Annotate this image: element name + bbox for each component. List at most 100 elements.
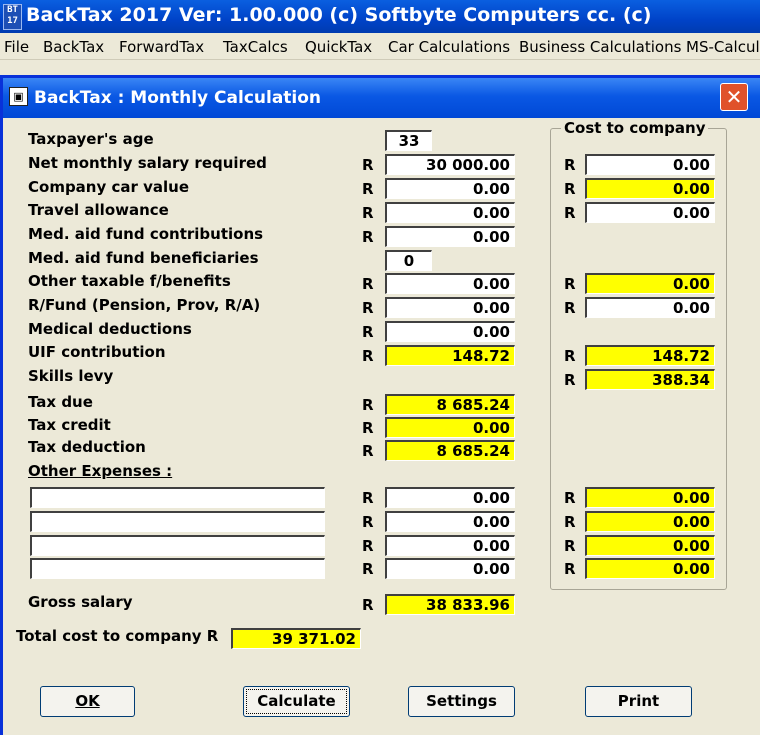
travel-allowance-field[interactable]: 0.00 — [385, 202, 515, 223]
tax-due-field: 8 685.24 — [385, 394, 515, 415]
total-cost-field: 39 371.02 — [231, 628, 361, 649]
label-company-car: Company car value — [28, 178, 190, 196]
expense-cost-field: 0.00 — [585, 511, 715, 532]
menu-quicktax[interactable]: QuickTax — [305, 38, 372, 56]
expense-cost-field: 0.00 — [585, 535, 715, 556]
menu-ms-calculations[interactable]: MS-Calcula — [686, 38, 760, 56]
label-tax-deduction: Tax deduction — [28, 438, 146, 456]
label-tax-due: Tax due — [28, 393, 93, 411]
label-net-salary: Net monthly salary required — [28, 154, 267, 172]
expense-description-input[interactable] — [30, 487, 325, 508]
currency-symbol: R — [362, 299, 374, 317]
ok-button-label: OK — [75, 692, 100, 710]
currency-symbol: R — [362, 419, 374, 437]
monthly-calculation-dialog: ▣ BackTax : Monthly Calculation ✕ Cost t… — [0, 75, 760, 735]
currency-symbol: R — [564, 537, 576, 555]
currency-symbol: R — [564, 347, 576, 365]
retirement-fund-field[interactable]: 0.00 — [385, 297, 515, 318]
menu-taxcalcs[interactable]: TaxCalcs — [223, 38, 288, 56]
expense-amount-field[interactable]: 0.00 — [385, 487, 515, 508]
cost-to-company-title: Cost to company — [561, 119, 709, 137]
label-gross-salary: Gross salary — [28, 593, 133, 611]
label-skills-levy: Skills levy — [28, 367, 114, 385]
label-med-aid: Med. aid fund contributions — [28, 225, 264, 243]
salary-cost-field[interactable]: 0.00 — [585, 154, 715, 175]
uif-field: 148.72 — [385, 345, 515, 366]
uif-cost-field: 148.72 — [585, 345, 715, 366]
label-taxpayer-age: Taxpayer's age — [28, 130, 154, 148]
currency-symbol: R — [362, 228, 374, 246]
label-total-cost: Total cost to company R — [16, 627, 219, 645]
print-button[interactable]: Print — [585, 686, 692, 717]
label-beneficiaries: Med. aid fund beneficiaries — [28, 249, 259, 267]
settings-button[interactable]: Settings — [408, 686, 515, 717]
label-other-fringe-benefits: Other taxable f/benefits — [28, 272, 231, 290]
window-icon: ▣ — [9, 87, 28, 106]
tax-credit-field: 0.00 — [385, 417, 515, 438]
currency-symbol: R — [362, 513, 374, 531]
label-medical-deductions: Medical deductions — [28, 320, 192, 338]
travel-cost-field[interactable]: 0.00 — [585, 202, 715, 223]
app-title-bar: BT 17 BackTax 2017 Ver: 1.00.000 (c) Soft… — [0, 0, 760, 33]
currency-symbol: R — [564, 204, 576, 222]
currency-symbol: R — [564, 560, 576, 578]
currency-symbol: R — [564, 275, 576, 293]
beneficiaries-field[interactable]: 0 — [385, 250, 432, 271]
currency-symbol: R — [362, 180, 374, 198]
age-field[interactable]: 33 — [385, 130, 432, 151]
print-button-label: Print — [617, 692, 660, 710]
menu-bar: File BackTax ForwardTax TaxCalcs QuickTa… — [0, 33, 760, 60]
company-car-field[interactable]: 0.00 — [385, 178, 515, 199]
expense-amount-field[interactable]: 0.00 — [385, 511, 515, 532]
currency-symbol: R — [362, 347, 374, 365]
label-tax-credit: Tax credit — [28, 416, 111, 434]
menu-file[interactable]: File — [4, 38, 29, 56]
expense-description-input[interactable] — [30, 558, 325, 579]
currency-symbol: R — [362, 596, 374, 614]
menu-forwardtax[interactable]: ForwardTax — [119, 38, 204, 56]
fringe-cost-field: 0.00 — [585, 273, 715, 294]
close-button[interactable]: ✕ — [720, 83, 748, 111]
label-other-expenses: Other Expenses : — [28, 462, 173, 480]
menu-business-calculations[interactable]: Business Calculations — [519, 38, 681, 56]
retirement-fund-cost-field[interactable]: 0.00 — [585, 297, 715, 318]
dialog-title-bar[interactable]: ▣ BackTax : Monthly Calculation ✕ — [3, 78, 760, 118]
label-travel-allowance: Travel allowance — [28, 201, 169, 219]
expense-amount-field[interactable]: 0.00 — [385, 558, 515, 579]
settings-button-label: Settings — [426, 692, 497, 710]
currency-symbol: R — [564, 180, 576, 198]
tax-deduction-field: 8 685.24 — [385, 440, 515, 461]
currency-symbol: R — [362, 156, 374, 174]
currency-symbol: R — [362, 537, 374, 555]
currency-symbol: R — [362, 204, 374, 222]
gross-salary-field: 38 833.96 — [385, 594, 515, 615]
menu-backtax[interactable]: BackTax — [43, 38, 104, 56]
currency-symbol: R — [564, 371, 576, 389]
currency-symbol: R — [362, 323, 374, 341]
menu-car-calculations[interactable]: Car Calculations — [388, 38, 510, 56]
medical-deductions-field[interactable]: 0.00 — [385, 321, 515, 342]
currency-symbol: R — [362, 442, 374, 460]
ok-button[interactable]: OK — [40, 686, 135, 717]
expense-description-input[interactable] — [30, 511, 325, 532]
currency-symbol: R — [362, 489, 374, 507]
car-cost-field: 0.00 — [585, 178, 715, 199]
currency-symbol: R — [362, 396, 374, 414]
skills-levy-cost-field: 388.34 — [585, 369, 715, 390]
calculate-button[interactable]: Calculate — [243, 686, 350, 717]
currency-symbol: R — [564, 489, 576, 507]
other-fringe-benefits-field[interactable]: 0.00 — [385, 273, 515, 294]
expense-cost-field: 0.00 — [585, 487, 715, 508]
med-aid-field[interactable]: 0.00 — [385, 226, 515, 247]
currency-symbol: R — [564, 299, 576, 317]
expense-amount-field[interactable]: 0.00 — [385, 535, 515, 556]
net-salary-field[interactable]: 30 000.00 — [385, 154, 515, 175]
calculate-button-label: Calculate — [257, 692, 336, 710]
expense-cost-field: 0.00 — [585, 558, 715, 579]
dialog-title: BackTax : Monthly Calculation — [34, 88, 322, 108]
expense-description-input[interactable] — [30, 535, 325, 556]
currency-symbol: R — [564, 156, 576, 174]
label-retirement-fund: R/Fund (Pension, Prov, R/A) — [28, 296, 261, 314]
label-uif: UIF contribution — [28, 343, 166, 361]
app-title: BackTax 2017 Ver: 1.00.000 (c) Softbyte … — [26, 4, 652, 26]
